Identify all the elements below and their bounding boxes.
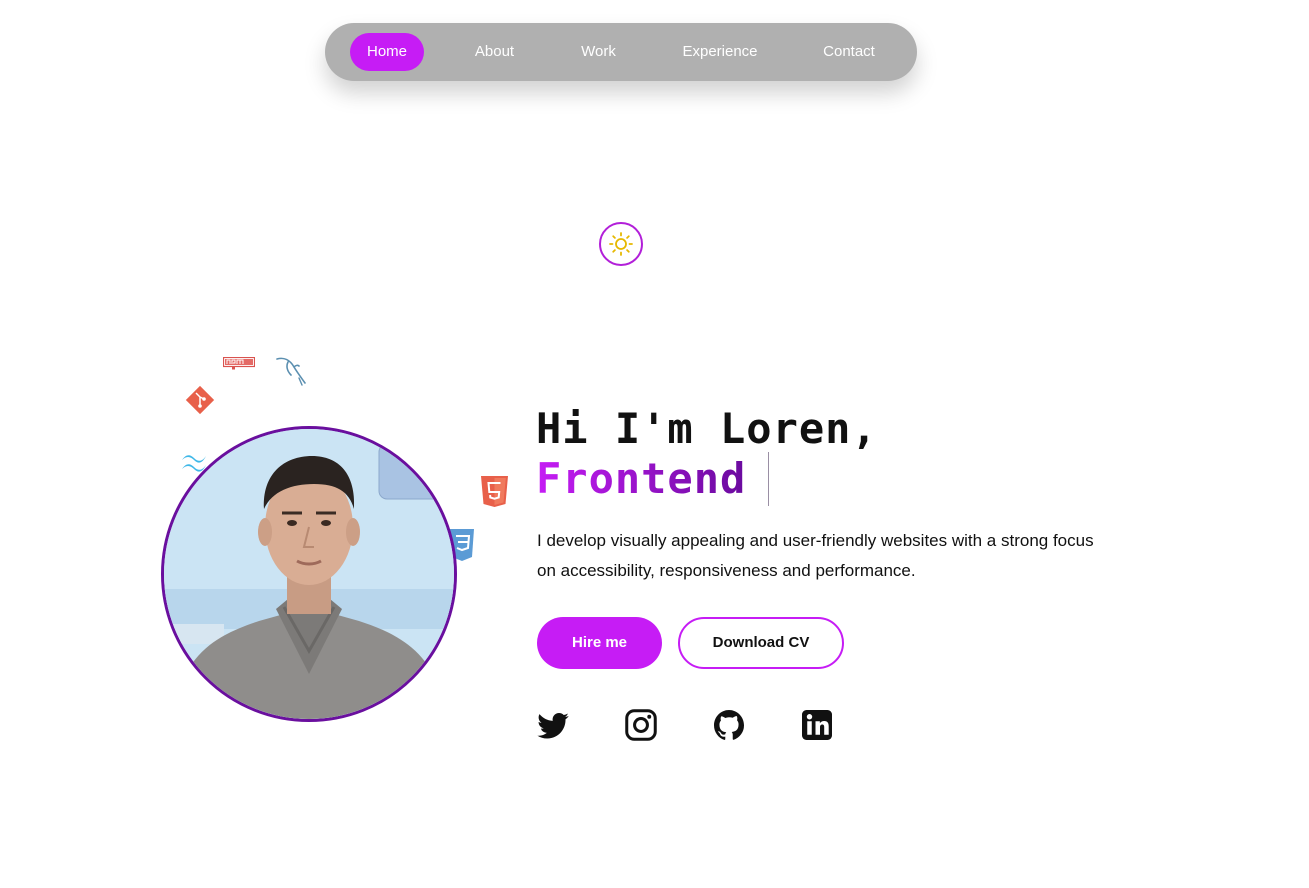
theme-toggle-button[interactable] — [599, 222, 643, 266]
html5-icon — [481, 476, 508, 507]
hire-me-button[interactable]: Hire me — [537, 617, 662, 669]
nav-contact[interactable]: Contact — [811, 33, 887, 71]
instagram-icon[interactable] — [623, 707, 659, 743]
nav-home[interactable]: Home — [350, 33, 424, 71]
mysql-icon — [276, 357, 306, 386]
twitter-icon[interactable] — [535, 707, 571, 743]
git-icon — [185, 385, 215, 415]
profile-photo — [161, 426, 457, 722]
npm-icon — [223, 357, 255, 370]
sun-icon — [609, 232, 633, 256]
nav-work[interactable]: Work — [568, 33, 629, 71]
linkedin-icon[interactable] — [799, 707, 835, 743]
typing-cursor — [768, 452, 769, 506]
nav-experience[interactable]: Experience — [670, 33, 770, 71]
github-icon[interactable] — [711, 707, 747, 743]
hero-headline: Hi I'm Loren, Frontend — [536, 404, 878, 504]
hero-role: Frontend — [536, 454, 747, 503]
hero-bio: I develop visually appealing and user-fr… — [537, 531, 1094, 580]
hero-greeting: Hi I'm Loren, — [536, 404, 878, 453]
nav-about[interactable]: About — [460, 33, 529, 71]
download-cv-button[interactable]: Download CV — [678, 617, 844, 669]
main-nav: Home About Work Experience Contact — [325, 23, 917, 81]
